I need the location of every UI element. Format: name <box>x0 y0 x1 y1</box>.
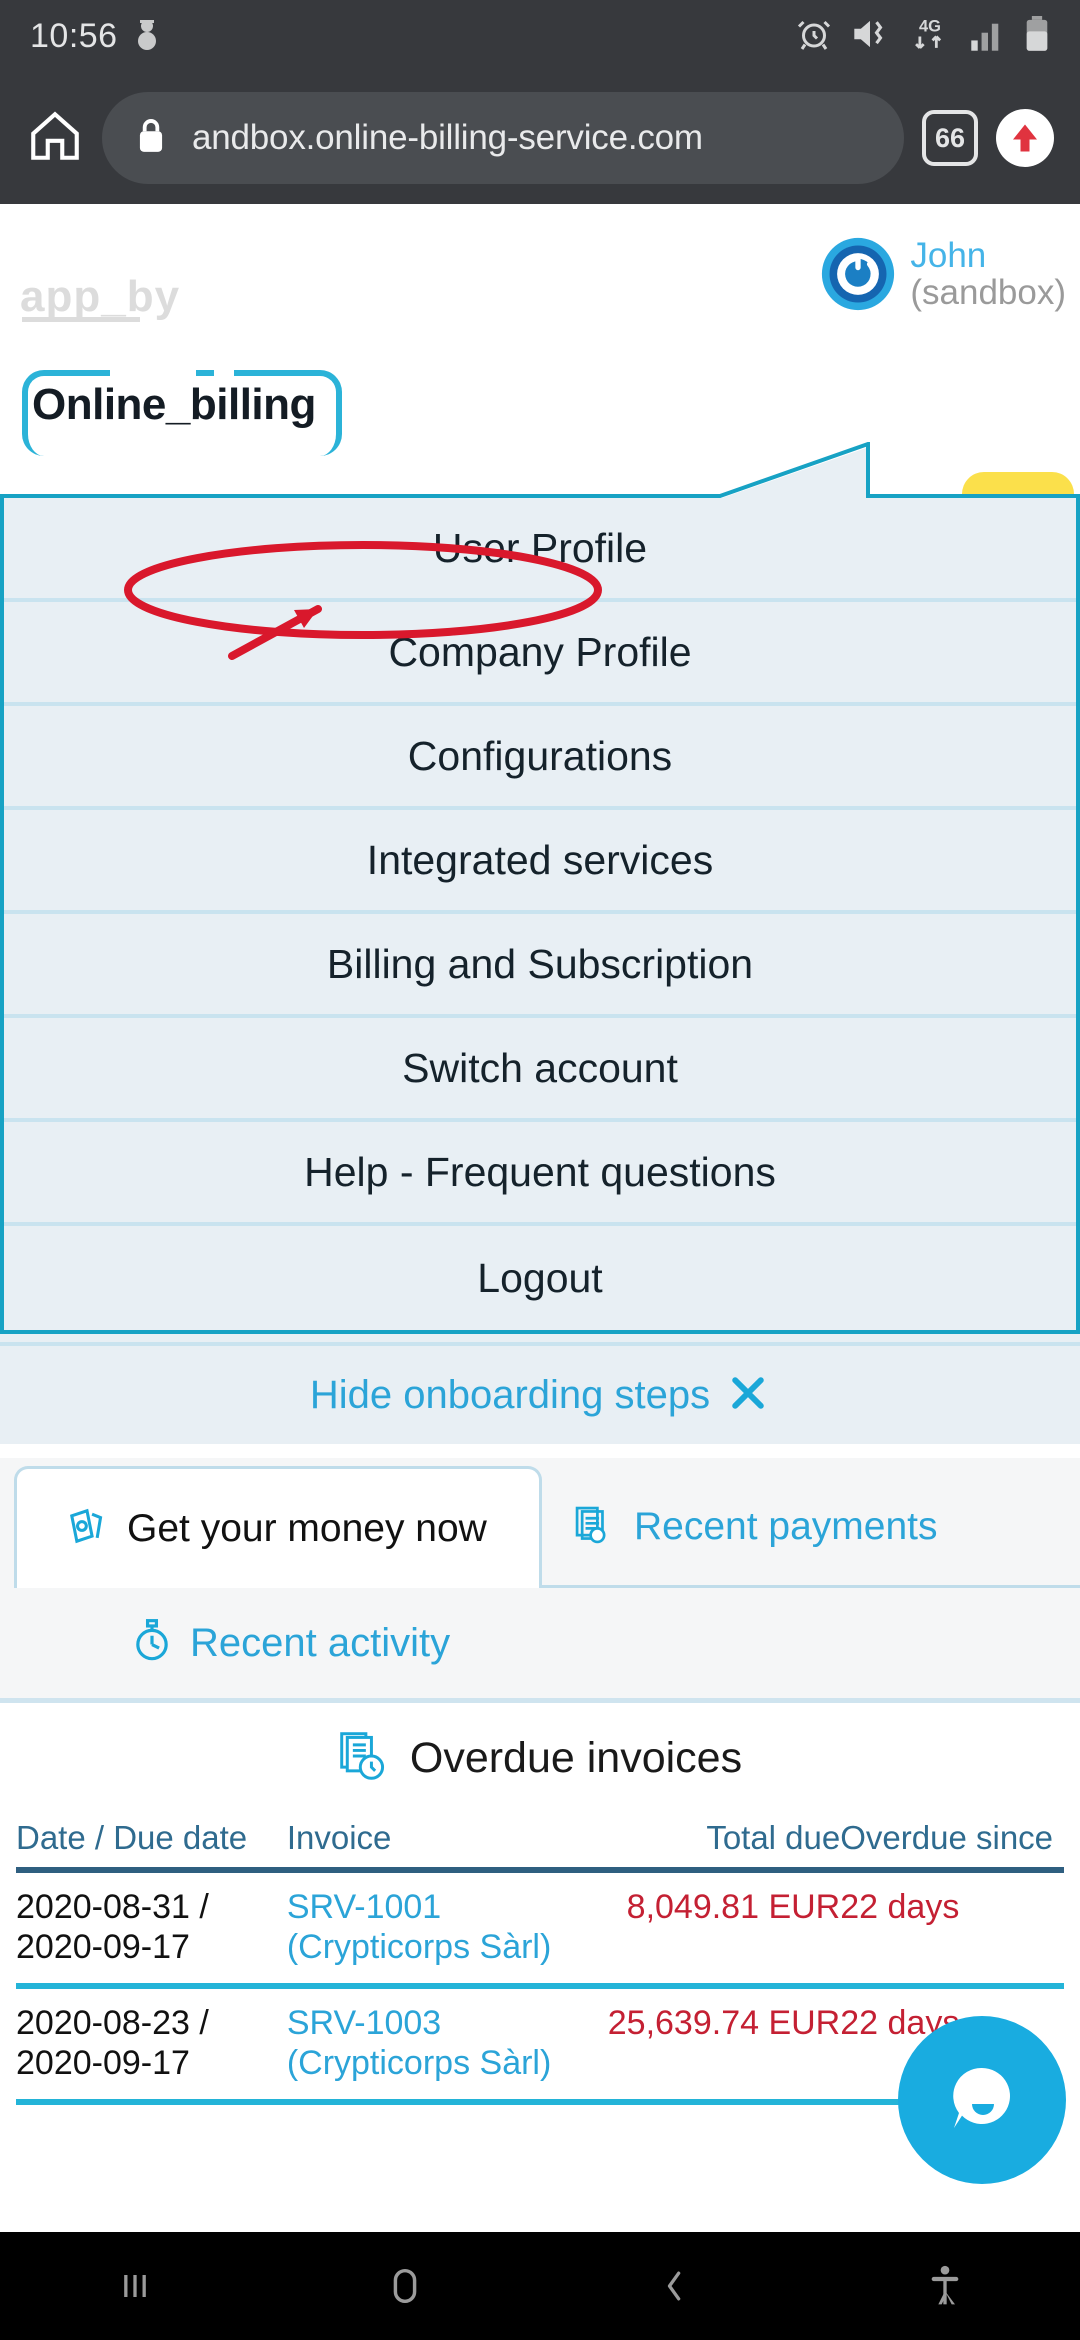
tab-count-button[interactable]: 66 <box>922 110 978 166</box>
menu-item-label: Switch account <box>402 1044 678 1091</box>
battery-icon <box>1024 15 1050 57</box>
main-content: Get your money now Recent payments Recen… <box>0 1458 1080 2106</box>
menu-item-logout[interactable]: Logout <box>4 1226 1076 1330</box>
menu-item-label: User Profile <box>432 524 648 571</box>
menu-item-user-profile[interactable]: User Profile <box>4 498 1076 602</box>
screen-root: 10:56 4G andbox.online-billing-service.c… <box>0 0 1080 2340</box>
money-icon <box>65 1504 109 1553</box>
menu-item-label: Configurations <box>407 732 673 779</box>
cell-invoice[interactable]: SRV-1003 (Crypticorps Sàrl) <box>286 1986 582 2106</box>
alarm-icon <box>796 16 832 57</box>
lock-icon <box>136 117 166 160</box>
cell-date: 2020-08-31 / 2020-09-17 <box>16 1870 287 1990</box>
user-environment: (sandbox) <box>910 272 1066 312</box>
table-header-row: Date / Due date Invoice Total due Overdu… <box>16 1813 1064 1873</box>
status-bar-right: 4G <box>796 15 1050 58</box>
invoice-id[interactable]: SRV-1003 <box>287 2003 581 2043</box>
menu-item-label: Integrated services <box>366 836 714 883</box>
menu-pointer-notch <box>0 442 1080 500</box>
menu-item-label: Company Profile <box>388 628 692 675</box>
browser-toolbar: andbox.online-billing-service.com 66 <box>0 72 1080 204</box>
cell-invoice[interactable]: SRV-1001 (Crypticorps Sàrl) <box>286 1870 582 1990</box>
tabs-underline <box>540 1585 1080 1588</box>
snowman-icon <box>134 17 160 56</box>
chat-widget-button[interactable] <box>898 2016 1066 2184</box>
brand-logo-text: Online_billing <box>32 380 316 429</box>
menu-item-help-frequent-questions[interactable]: Help - Frequent questions <box>4 1122 1076 1226</box>
home-circle-icon[interactable] <box>270 2263 540 2309</box>
column-header-overdue-since: Overdue since <box>840 1813 1064 1873</box>
close-x-icon[interactable] <box>726 1371 770 1420</box>
menu-item-switch-account[interactable]: Switch account <box>4 1018 1076 1122</box>
tab-get-your-money-now[interactable]: Get your money now <box>14 1466 542 1588</box>
recent-activity-label: Recent activity <box>190 1620 451 1665</box>
menu-item-integrated-services[interactable]: Integrated services <box>4 810 1076 914</box>
user-labels: John (sandbox) <box>910 236 1066 312</box>
menu-item-label: Logout <box>477 1254 603 1301</box>
stopwatch-icon <box>130 1618 174 1669</box>
cell-total-due: 8,049.81 EUR <box>581 1870 841 1990</box>
menu-item-configurations[interactable]: Configurations <box>4 706 1076 810</box>
cell-total-due: 25,639.74 EUR <box>581 1986 841 2106</box>
web-page: app_by John (sandbox) Online_billing Use… <box>0 204 1080 2232</box>
overdue-invoices-title: Overdue invoices <box>16 1703 1064 1813</box>
app-by-logo: app_by <box>20 272 181 321</box>
accessibility-icon[interactable] <box>810 2264 1080 2308</box>
brand-logo[interactable]: Online_billing <box>14 364 342 456</box>
brand-logo-row: Online_billing <box>0 364 1080 552</box>
hide-onboarding-steps-label: Hide onboarding steps <box>309 1372 711 1417</box>
menu-item-label: Help - Frequent questions <box>304 1148 776 1195</box>
android-status-bar: 10:56 4G <box>0 0 1080 72</box>
url-bar[interactable]: andbox.online-billing-service.com <box>102 92 904 184</box>
4g-data-icon: 4G <box>908 15 952 58</box>
invoice-company: (Crypticorps Sàrl) <box>286 2044 552 2083</box>
svg-text:4G: 4G <box>919 17 941 35</box>
column-header-total-due: Total due <box>581 1813 841 1873</box>
account-dropdown-menu: User Profile Company Profile Configurati… <box>0 498 1080 1334</box>
tab-label: Recent payments <box>634 1505 938 1548</box>
vibrate-mute-icon <box>850 17 890 56</box>
invoice-company: (Crypticorps Sàrl) <box>286 1928 552 1967</box>
url-text: andbox.online-billing-service.com <box>192 118 703 157</box>
user-menu-trigger[interactable]: John (sandbox) <box>820 236 1066 312</box>
tab-label: Get your money now <box>127 1506 487 1550</box>
column-header-date: Date / Due date <box>16 1813 287 1873</box>
app-by-underline <box>22 317 140 322</box>
home-icon[interactable] <box>26 107 84 170</box>
menu-item-billing-and-subscription[interactable]: Billing and Subscription <box>4 914 1076 1018</box>
menu-item-label: Billing and Subscription <box>326 940 754 987</box>
recent-activity-link[interactable]: Recent activity <box>0 1588 1080 1698</box>
android-nav-bar <box>0 2232 1080 2340</box>
back-chevron-icon[interactable] <box>540 2264 810 2308</box>
recents-icon[interactable] <box>0 2264 270 2308</box>
invoice-id[interactable]: SRV-1001 <box>287 1887 581 1927</box>
column-header-invoice: Invoice <box>286 1813 582 1873</box>
overdue-invoices-icon <box>338 1730 390 1787</box>
signal-bars-icon <box>970 17 1006 56</box>
cell-overdue-since: 22 days <box>840 1870 1064 1990</box>
red-up-arrow-icon[interactable] <box>996 109 1054 167</box>
content-tabs: Get your money now Recent payments <box>0 1458 1080 1588</box>
user-name: John <box>910 236 987 275</box>
invoices-icon <box>572 1503 616 1552</box>
status-bar-left: 10:56 <box>30 17 160 56</box>
card-title-label: Overdue invoices <box>409 1733 743 1782</box>
site-header: app_by John (sandbox) <box>0 204 1080 384</box>
hide-onboarding-steps-button[interactable]: Hide onboarding steps <box>0 1346 1080 1444</box>
table-row[interactable]: 2020-08-31 / 2020-09-17 SRV-1001 (Crypti… <box>16 1870 1064 1990</box>
menu-item-company-profile[interactable]: Company Profile <box>4 602 1076 706</box>
chat-bubble-icon <box>953 2067 1010 2128</box>
status-bar-clock: 10:56 <box>30 16 118 55</box>
cell-date: 2020-08-23 / 2020-09-17 <box>16 1986 287 2106</box>
user-avatar-icon[interactable] <box>820 236 896 312</box>
tab-recent-payments[interactable]: Recent payments <box>542 1466 968 1588</box>
